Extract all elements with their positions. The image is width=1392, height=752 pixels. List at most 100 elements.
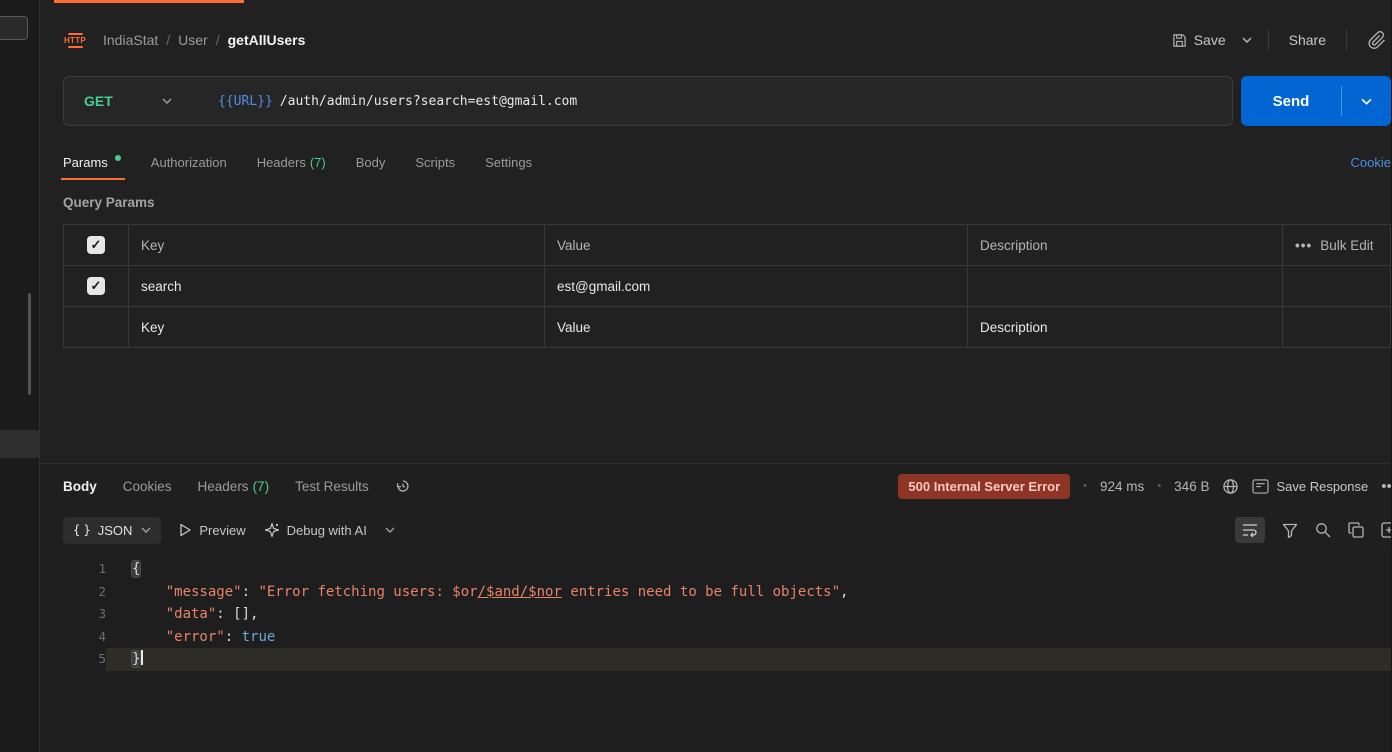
format-label: JSON [98,523,133,538]
tab-headers[interactable]: Headers (7) [257,144,326,180]
divider [1346,29,1347,51]
search-icon [1315,522,1331,538]
select-all-checkbox[interactable] [87,236,105,254]
bulk-edit-label: Bulk Edit [1320,238,1373,253]
response-tab-cookies[interactable]: Cookies [123,479,172,494]
copy-button[interactable] [1348,522,1364,538]
line-content: "error": true [106,626,1391,649]
save-label: Save [1194,32,1226,48]
url-row: GET {{URL}}/auth/admin/users?search=est@… [63,76,1391,126]
response-tab-headers[interactable]: Headers (7) [198,479,270,494]
code-line: 2 "message": "Error fetching users: $or/… [40,581,1391,604]
filter-button[interactable] [1282,523,1298,538]
rail-selected-item[interactable] [0,430,40,458]
dot-separator: • [1083,480,1087,492]
save-response-button[interactable]: Save Response [1252,479,1368,494]
line-number: 1 [40,558,106,581]
response-toolbar: JSON Preview Debug with AI [40,508,1391,552]
left-rail [0,0,40,752]
breadcrumb: IndiaStat / User / getAllUsers [103,32,305,48]
response-tab-body[interactable]: Body [63,479,97,494]
bulk-edit-button[interactable]: •••Bulk Edit [1283,225,1391,266]
param-key-cell[interactable]: search [129,266,545,307]
wrap-text-button[interactable] [1235,517,1265,543]
select-all-cell [64,225,129,266]
search-button[interactable] [1315,522,1331,538]
save-response-label: Save Response [1276,479,1368,494]
response-status-bar: 500 Internal Server Error • 924 ms • 346… [898,474,1385,499]
chevron-down-icon [385,527,395,533]
chevron-down-icon [162,98,172,104]
scrollbar[interactable] [28,293,31,395]
param-description-cell[interactable] [968,266,1283,307]
breadcrumb-collection[interactable]: User [178,32,208,48]
tab-settings[interactable]: Settings [485,144,532,180]
line-number: 5 [40,648,106,671]
rail-item[interactable] [0,16,28,40]
save-button[interactable]: Save [1162,25,1236,55]
network-info-button[interactable] [1222,478,1239,495]
send-button[interactable]: Send [1241,76,1391,126]
tab-params-label: Params [63,155,108,170]
line-number: 2 [40,581,106,604]
save-response-icon [1252,479,1269,494]
debug-with-ai-button[interactable]: Debug with AI [264,522,367,538]
preview-label: Preview [199,523,245,538]
response-size[interactable]: 346 B [1174,479,1209,494]
tab-scripts-label: Scripts [415,155,455,170]
param-value-input[interactable]: Value [545,307,968,348]
filter-icon [1282,523,1298,538]
more-options-icon[interactable]: ••• [1381,478,1391,495]
method-label: GET [84,93,113,109]
response-history-button[interactable] [395,478,411,494]
row-checkbox-cell [64,307,129,348]
line-number: 4 [40,626,106,649]
row-actions-cell [1283,307,1391,348]
table-row: search est@gmail.com [64,266,1391,307]
send-options-button[interactable] [1342,76,1391,126]
code-line: 5} [40,648,1391,671]
tab-params[interactable]: Params [63,144,121,180]
response-time[interactable]: 924 ms [1100,479,1144,494]
response-headers-count: (7) [253,479,270,494]
row-checkbox[interactable] [87,277,105,295]
headers-count: (7) [310,155,326,170]
params-modified-dot [115,155,121,161]
format-selector[interactable]: JSON [63,517,161,544]
expand-button[interactable] [1381,522,1391,538]
share-button[interactable]: Share [1279,25,1336,55]
param-description-input[interactable]: Description [968,307,1283,348]
url-path: /auth/admin/users?search=est@gmail.com [280,94,577,109]
param-value-cell[interactable]: est@gmail.com [545,266,968,307]
method-selector[interactable]: GET [64,77,190,125]
save-icon [1172,33,1187,48]
breadcrumb-separator: / [166,32,170,48]
param-key-input[interactable]: Key [129,307,545,348]
history-icon [395,478,411,494]
cookies-link[interactable]: Cookie [1351,155,1391,170]
active-request-tab-indicator [54,0,244,3]
line-content: } [106,648,1391,671]
tab-authorization[interactable]: Authorization [151,144,227,180]
response-code[interactable]: 1{2 "message": "Error fetching users: $o… [40,552,1391,752]
viewer-actions [1235,517,1387,543]
play-icon [179,523,192,537]
link-attachment-button[interactable] [1357,23,1391,57]
tab-scripts[interactable]: Scripts [415,144,455,180]
column-header-value: Value [545,225,968,266]
table-header-row: Key Value Description •••Bulk Edit [64,225,1391,266]
expand-icon [1381,522,1391,538]
request-header: HTTP IndiaStat / User / getAllUsers Save [40,0,1391,66]
response-tab-headers-label: Headers [198,479,249,494]
breadcrumb-workspace[interactable]: IndiaStat [103,32,158,48]
toolbar-more-button[interactable] [385,527,395,533]
column-header-description: Description [968,225,1283,266]
status-badge[interactable]: 500 Internal Server Error [898,474,1070,499]
tab-body[interactable]: Body [356,144,386,180]
response-tab-test-results[interactable]: Test Results [295,479,369,494]
preview-button[interactable]: Preview [179,523,245,538]
http-request-icon: HTTP [63,33,87,48]
url-input[interactable]: {{URL}}/auth/admin/users?search=est@gmai… [190,94,1232,109]
save-options-button[interactable] [1236,30,1258,50]
table-row-empty: Key Value Description [64,307,1391,348]
